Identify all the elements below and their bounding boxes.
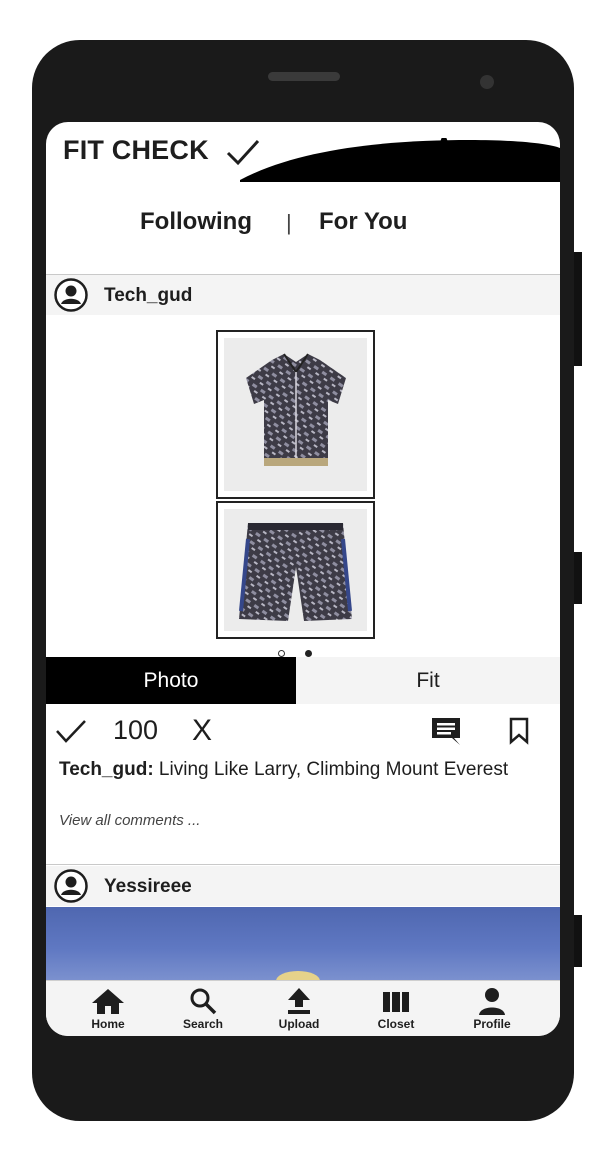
nav-search-label: Search [182,1017,224,1031]
reject-x-icon[interactable]: X [192,714,212,748]
view-toggle: Photo Fit [46,657,560,704]
post-image[interactable] [46,907,560,982]
tab-separator: | [286,210,292,235]
shirt-image [246,353,346,466]
app-screen: FIT CHECK Following | For You Tech_gud P… [46,122,560,1036]
nav-profile-label: Profile [473,1017,511,1031]
toggle-photo-button[interactable]: Photo [46,657,296,704]
nav-home[interactable]: Home [68,987,148,1031]
nav-upload[interactable]: Upload [259,987,339,1031]
post-actions: 100 X [46,712,560,752]
outfit-top-image[interactable] [216,330,375,499]
tab-following[interactable]: Following [140,208,252,236]
side-button [574,552,582,604]
phone-speaker [268,72,340,81]
post-caption: Tech_gud: Living Like Larry, Climbing Mo… [59,757,519,782]
nav-profile[interactable]: Profile [452,987,532,1031]
nav-closet-label: Closet [377,1017,415,1031]
bottom-nav: Home Search Upload Closet Profile [46,980,560,1036]
header-decoration [240,138,560,182]
outfit-bottom-image[interactable] [216,501,375,639]
user-avatar-icon[interactable] [54,869,88,903]
comment-icon[interactable] [430,716,462,746]
nav-upload-label: Upload [278,1017,320,1031]
nav-search[interactable]: Search [163,987,243,1031]
approve-check-icon[interactable] [55,718,87,744]
post-photo [276,971,320,982]
nav-home-label: Home [91,1017,125,1031]
user-avatar-icon[interactable] [54,278,88,312]
carousel-dot[interactable] [278,650,285,657]
side-button [574,915,582,967]
divider [46,864,560,865]
bookmark-icon[interactable] [508,717,530,745]
view-comments-link[interactable]: View all comments ... [59,812,200,829]
post-header[interactable]: Yessireee [46,866,560,906]
shorts-image [239,523,352,621]
caption-username[interactable]: Tech_gud: [59,759,154,780]
post-username[interactable]: Yessireee [104,876,192,898]
phone-camera [480,75,494,89]
home-icon [92,989,124,1014]
tab-for-you[interactable]: For You [319,208,407,236]
post-header[interactable]: Tech_gud [46,275,560,315]
nav-closet[interactable]: Closet [356,987,436,1031]
app-title: FIT CHECK [63,135,209,165]
profile-icon [479,988,505,1015]
feed-tabs: Following | For You [46,200,560,248]
post-username[interactable]: Tech_gud [104,285,192,307]
search-icon [190,988,217,1015]
caption-text: Living Like Larry, Climbing Mount Everes… [153,759,509,780]
toggle-fit-button[interactable]: Fit [296,657,560,704]
closet-icon [383,992,409,1012]
side-button [574,252,582,366]
carousel-dot-active[interactable] [305,650,313,657]
like-count: 100 [113,715,159,745]
upload-icon [288,988,310,1014]
